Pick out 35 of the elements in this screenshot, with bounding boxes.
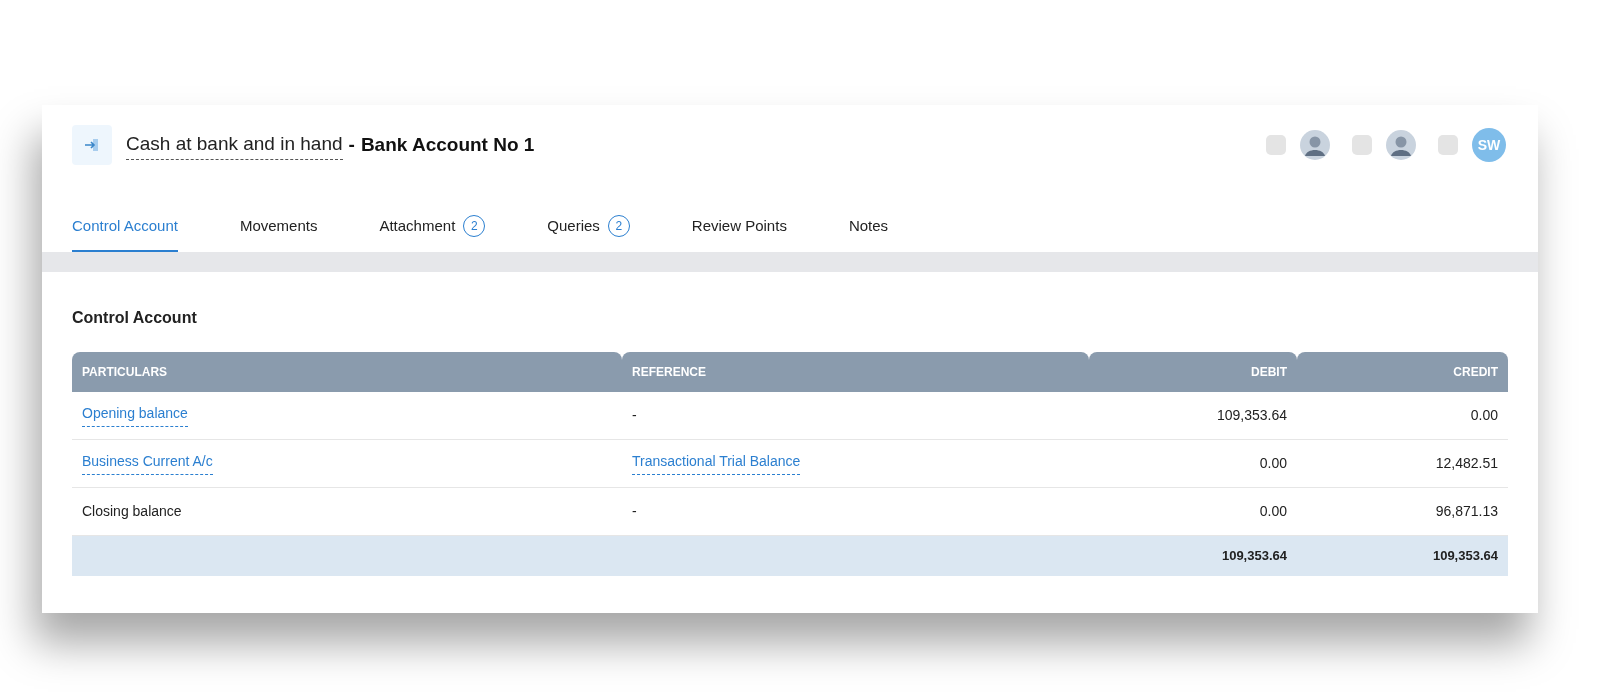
avatar: SW: [1472, 128, 1506, 162]
cell-text: 0.00: [1259, 453, 1287, 473]
page-title: Bank Account No 1: [360, 132, 535, 157]
cell-text: -: [632, 501, 637, 521]
avatar-silhouette-icon: [1386, 130, 1416, 160]
tab[interactable]: Movements: [239, 215, 318, 252]
cell-text: 109,353.64: [1432, 546, 1498, 565]
cell-text: -: [632, 405, 637, 425]
account-link[interactable]: Transactional Trial Balance: [632, 451, 801, 475]
cell-text: 96,871.13: [1435, 501, 1498, 521]
column-header: CREDIT: [1297, 351, 1508, 392]
tab[interactable]: Attachment 2: [379, 215, 486, 252]
account-link[interactable]: Cash at bank and in hand: [126, 129, 343, 161]
tab[interactable]: Review Points: [691, 215, 787, 252]
account-link[interactable]: Business Current A/c: [82, 451, 213, 475]
section-title: Control Account: [72, 307, 198, 328]
checkbox[interactable]: [1266, 135, 1286, 155]
checkbox[interactable]: [1438, 135, 1458, 155]
avatar-silhouette-icon: [1300, 130, 1330, 160]
cell-text: Closing balance: [82, 501, 182, 521]
column-header: DEBIT: [1089, 351, 1297, 392]
column-header: PARTICULARS: [72, 351, 622, 392]
account-link[interactable]: Opening balance: [82, 403, 188, 427]
tab[interactable]: Queries 2: [547, 215, 630, 252]
login-arrow-icon: [84, 138, 100, 152]
tab[interactable]: Control Account: [72, 215, 178, 252]
cell-text: 109,353.64: [1216, 405, 1287, 425]
cell-text: 12,482.51: [1435, 453, 1498, 473]
title-separator: -: [348, 132, 355, 157]
cell-text: 0.00: [1470, 405, 1498, 425]
column-header: REFERENCE: [622, 351, 1089, 392]
checkbox[interactable]: [1352, 135, 1372, 155]
cell-text: 109,353.64: [1221, 546, 1287, 565]
cell-text: 0.00: [1259, 501, 1287, 521]
tab[interactable]: Notes: [848, 215, 889, 252]
